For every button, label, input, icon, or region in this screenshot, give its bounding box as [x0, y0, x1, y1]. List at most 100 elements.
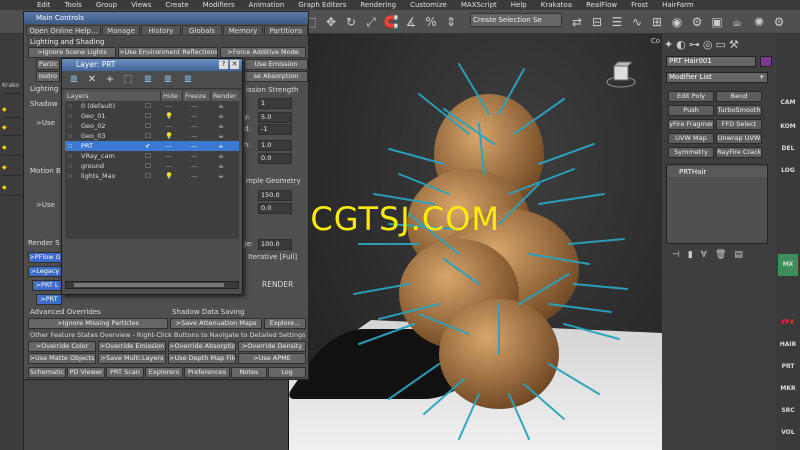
value-field[interactable]: 5.0 [258, 112, 292, 123]
value-field[interactable]: 100.0 [258, 239, 292, 250]
light-bulb-icon[interactable]: 💡 [165, 131, 173, 141]
hierarchy-tab-icon[interactable]: ⊶ [689, 38, 700, 52]
move-icon[interactable]: ✥ [322, 13, 340, 31]
checkbox-icon[interactable]: ☐ [145, 171, 151, 181]
log-tab[interactable]: Log [268, 367, 306, 378]
menu-tools[interactable]: Tools [58, 0, 89, 10]
render-button[interactable]: RENDER [262, 280, 293, 289]
layer-row[interactable]: ▫ ground ☐ — — ☕ [65, 161, 239, 171]
override-absorption-button[interactable]: >Override Absorption [168, 341, 236, 352]
value-field[interactable]: 1.0 [258, 140, 292, 151]
tab-history[interactable]: History [141, 25, 181, 36]
expand-icon[interactable]: ▫ [68, 101, 72, 111]
make-unique-icon[interactable]: ∀ [701, 250, 707, 264]
tab-memory[interactable]: Memory [223, 25, 263, 36]
expand-icon[interactable]: ▫ [68, 161, 72, 171]
freeze-dash-icon[interactable]: — [191, 141, 198, 151]
layer-row[interactable]: ▫ Geo_03 ☐ 💡 — ☕ [65, 131, 239, 141]
bend-button[interactable]: Bend [716, 91, 762, 102]
menu-maxscript[interactable]: MAXScript [454, 0, 504, 10]
pin-stack-icon[interactable]: ⊣ [672, 250, 680, 264]
schematic-tab[interactable]: Schematic [28, 367, 66, 378]
expand-icon[interactable]: ▫ [68, 131, 72, 141]
value-field[interactable]: 0.0 [258, 153, 292, 164]
use-apme-button[interactable]: >Use APME [238, 353, 306, 364]
vol-button[interactable]: VOL [778, 422, 798, 444]
hair-object-icon[interactable] [349, 54, 629, 444]
absorption-button[interactable]: se Absorption [244, 71, 308, 82]
layer-dialog-title[interactable]: Layer: PRT [62, 59, 242, 71]
ignore-scene-lights-button[interactable]: >Ignore Scene Lights [28, 47, 116, 58]
delete-layer-icon[interactable]: ✕ [86, 74, 98, 86]
layer-row[interactable]: ▫ VRay_cam ☐ — — ☕ [65, 151, 239, 161]
expand-icon[interactable]: ▫ [68, 151, 72, 161]
freeze-dash-icon[interactable]: — [191, 121, 198, 131]
display-tab-icon[interactable]: ▭ [715, 38, 725, 52]
menu-hairfarm[interactable]: HairFarm [655, 0, 701, 10]
menu-realflow[interactable]: RealFlow [579, 0, 624, 10]
rayfire-cracks-button[interactable]: RayFire Cracks [716, 147, 762, 158]
symmetry-button[interactable]: Symmetry [668, 147, 714, 158]
column-freeze[interactable]: Freeze [183, 91, 211, 101]
expand-icon[interactable]: ▫ [68, 141, 72, 151]
hide-dash-icon[interactable]: — [165, 141, 172, 151]
light-bulb-icon[interactable]: 💡 [165, 111, 173, 121]
chevron-down-icon[interactable]: ▾ [760, 73, 764, 81]
render-teapot-icon[interactable]: ☕ [218, 171, 224, 181]
modify-tab-icon[interactable]: ◐ [676, 38, 686, 52]
krakatoa-icon[interactable]: ✺ [750, 13, 768, 31]
close-icon[interactable]: ✕ [230, 60, 239, 69]
ffx-button[interactable]: FFX [778, 312, 798, 334]
menu-help[interactable]: Help [504, 0, 534, 10]
left-strip-arrow-icon[interactable]: ◆ [2, 164, 22, 176]
render-frame-icon[interactable]: ▣ [708, 13, 726, 31]
hide-all-icon[interactable]: ≣ [162, 74, 174, 86]
checkbox-icon[interactable]: ☐ [145, 161, 151, 171]
column-render[interactable]: Render [211, 91, 239, 101]
push-button[interactable]: Push [668, 105, 714, 116]
hide-dash-icon[interactable]: — [165, 161, 172, 171]
menu-group[interactable]: Group [89, 0, 124, 10]
angle-snap-icon[interactable]: ∡ [402, 13, 420, 31]
curve-editor-icon[interactable]: ∿ [628, 13, 646, 31]
pflow-button[interactable]: >PFlow G [28, 252, 62, 263]
expand-icon[interactable]: ▫ [68, 171, 72, 181]
freeze-dash-icon[interactable]: — [191, 151, 198, 161]
use-emission-button[interactable]: Use Emission [244, 59, 308, 70]
layer-row[interactable]: ▫ Geo_01 ☐ 💡 — ☕ [65, 111, 239, 121]
checkbox-icon[interactable]: ☐ [145, 111, 151, 121]
notes-tab[interactable]: Notes [231, 367, 267, 378]
percent-snap-icon[interactable]: % [422, 13, 440, 31]
render-teapot-icon[interactable]: ☕ [218, 111, 224, 121]
explore-button[interactable]: Explore... [264, 318, 306, 329]
horizontal-scrollbar[interactable] [65, 281, 239, 289]
create-tab-icon[interactable]: ✦ [664, 38, 673, 52]
unwrap-uvw-button[interactable]: Unwrap UVW [716, 133, 762, 144]
perspective-viewport[interactable]: Co [288, 34, 662, 450]
settings-icon[interactable]: ⚙ [770, 13, 788, 31]
use-label[interactable]: >Use [36, 201, 55, 209]
selection-set-dropdown[interactable]: Create Selection Se [470, 13, 562, 27]
left-strip-item[interactable]: Krako [2, 82, 22, 94]
left-strip-arrow-icon[interactable]: ◆ [2, 144, 22, 156]
add-to-layer-icon[interactable]: + [104, 74, 116, 86]
remove-modifier-icon[interactable]: 🗑 [715, 250, 726, 264]
modifier-list-dropdown[interactable]: Modifier List [666, 72, 768, 83]
del-button[interactable]: DEL [778, 138, 798, 160]
ffd-select-button[interactable]: FFD Select [716, 119, 762, 130]
layer-manager-icon[interactable]: ☰ [608, 13, 626, 31]
save-multilayers-button[interactable]: >Save Multi.Layers [98, 353, 166, 364]
snap-icon[interactable]: 🧲 [382, 13, 400, 31]
align-icon[interactable]: ⊟ [588, 13, 606, 31]
value-field[interactable]: 150.0 [258, 190, 292, 201]
render-teapot-icon[interactable]: ☕ [218, 131, 224, 141]
select-objects-icon[interactable]: ⬚ [122, 74, 134, 86]
explorers-tab[interactable]: Explorers [145, 367, 183, 378]
tab-online-help[interactable]: Open Online Help... [26, 25, 101, 36]
expand-icon[interactable]: ▫ [68, 121, 72, 131]
layer-row[interactable]: ▫ lights_Max ☐ 💡 — ☕ [65, 171, 239, 181]
left-strip-arrow-icon[interactable]: ◆ [2, 124, 22, 136]
render-teapot-icon[interactable]: ☕ [218, 151, 224, 161]
legacy-button[interactable]: >Legacy [28, 266, 62, 277]
iterative-label[interactable]: Iterative [Full] [248, 253, 297, 261]
